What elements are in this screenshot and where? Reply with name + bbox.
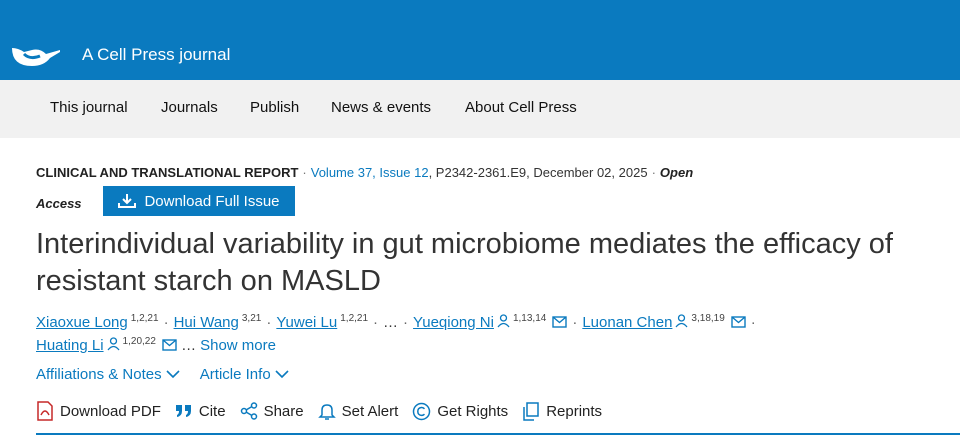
author-link[interactable]: Yuwei Lu [276,314,337,331]
article-type: CLINICAL AND TRANSLATIONAL REPORT [36,165,299,180]
reprints-icon [523,401,539,421]
nav-news-events[interactable]: News & events [331,99,431,116]
reprints-button[interactable]: Reprints [522,401,603,421]
share-button[interactable]: Share [240,402,304,420]
get-rights-button[interactable]: Get Rights [412,402,508,421]
download-full-issue-button[interactable]: Download Full Issue [103,186,295,216]
author-link[interactable]: Luonan Chen [582,314,672,331]
author-affiliation-sup: 3,21 [241,313,262,324]
ellipsis: … [181,337,197,354]
cite-button[interactable]: Cite [175,403,226,420]
envelope-icon[interactable] [162,339,177,351]
author-link[interactable]: Hui Wang [174,314,239,331]
get-rights-label: Get Rights [437,402,509,420]
author-separator: · [572,314,578,331]
person-icon [675,314,688,328]
author-link[interactable]: Yueqiong Ni [413,314,494,331]
download-pdf-button[interactable]: Download PDF [36,401,161,421]
article-meta: CLINICAL AND TRANSLATIONAL REPORT · Volume… [36,165,694,180]
article-actions: Download PDF Cite Share Set Alert Get Ri… [36,401,602,421]
quote-icon [175,405,191,417]
section-divider [36,433,960,435]
person-icon [497,314,510,328]
author-separator: · [373,314,379,331]
person-icon [107,337,120,351]
pdf-icon [37,401,53,421]
main-nav: This journal Journals Publish News & eve… [0,80,960,138]
nav-about-cell-press[interactable]: About Cell Press [465,99,577,116]
author-separator: · [266,314,272,331]
article-info-label: Article Info [199,366,271,383]
article-info-toggle[interactable]: Article Info [200,366,289,383]
author-affiliation-sup: 1,2,21 [340,313,369,324]
brand-label[interactable]: A Cell Press journal [82,45,230,65]
set-alert-button[interactable]: Set Alert [317,402,399,421]
cell-press-logo-icon[interactable] [10,42,62,68]
meta-separator: · [302,165,307,180]
copyright-icon [413,402,431,420]
meta-separator: · [651,165,656,180]
download-pdf-label: Download PDF [60,402,161,420]
set-alert-label: Set Alert [341,402,399,420]
author-affiliation-sup: 1,13,14 [512,313,547,324]
share-label: Share [263,402,304,420]
cite-label: Cite [198,402,226,420]
download-full-issue-label: Download Full Issue [144,192,280,210]
author-link[interactable]: Huating Li [36,337,104,354]
show-more-button[interactable]: Show more [200,337,276,354]
author-list: Xiaoxue Long 1,2,21 · Hui Wang 3,21 · Yuwei Lu… [36,311,936,357]
article-detail-links: Affiliations & Notes Article Info [36,366,305,383]
journal-header-bar: A Cell Press journal [0,0,960,80]
share-icon [240,402,257,420]
affiliations-notes-toggle[interactable]: Affiliations & Notes [36,366,180,383]
nav-this-journal[interactable]: This journal [50,99,128,116]
nav-journals[interactable]: Journals [161,99,218,116]
author-separator: · [163,314,169,331]
reprints-label: Reprints [546,402,603,420]
pages-date: P2342-2361.E9, December 02, 2025 [435,165,648,180]
nav-publish[interactable]: Publish [250,99,299,116]
access-label: Access [36,196,82,211]
author-link[interactable]: Xiaoxue Long [36,314,128,331]
ellipsis: … [383,314,399,331]
article-title: Interindividual variability in gut micro… [36,228,893,297]
affiliations-notes-label: Affiliations & Notes [36,366,162,383]
chevron-down-icon [275,370,289,379]
chevron-down-icon [166,370,180,379]
envelope-icon[interactable] [552,316,568,328]
author-separator: · [403,314,409,331]
volume-issue-link[interactable]: Volume 37, Issue 12 [311,165,429,180]
author-separator: · [750,314,756,331]
author-affiliation-sup: 1,20,22 [122,336,156,347]
bell-icon [317,403,336,420]
open-access-label: Open [659,165,694,180]
author-affiliation-sup: 1,2,21 [130,313,159,324]
envelope-icon[interactable] [731,316,746,328]
download-icon [118,194,137,208]
author-affiliation-sup: 3,18,19 [691,313,725,324]
